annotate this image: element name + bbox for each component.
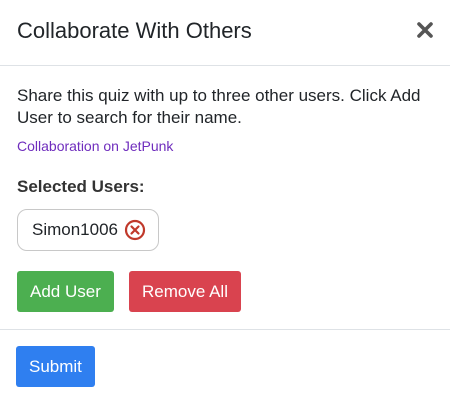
- collaboration-link[interactable]: Collaboration on JetPunk: [17, 137, 173, 155]
- close-button[interactable]: [416, 20, 434, 40]
- selected-user-chip: Simon1006: [17, 209, 160, 251]
- remove-all-button[interactable]: Remove All: [129, 271, 241, 312]
- collaborate-modal: Collaborate With Others Share this quiz …: [0, 0, 450, 400]
- close-icon: [417, 22, 433, 38]
- remove-circle-icon[interactable]: [124, 219, 146, 241]
- submit-button[interactable]: Submit: [16, 346, 95, 387]
- modal-body: Share this quiz with up to three other u…: [0, 66, 450, 330]
- selected-user-name: Simon1006: [32, 220, 119, 239]
- modal-header: Collaborate With Others: [0, 0, 450, 66]
- add-user-button[interactable]: Add User: [17, 271, 114, 312]
- modal-footer: Submit: [0, 330, 450, 400]
- selected-users-heading: Selected Users:: [17, 177, 145, 196]
- modal-title: Collaborate With Others: [17, 18, 252, 43]
- description-text: Share this quiz with up to three other u…: [17, 86, 421, 127]
